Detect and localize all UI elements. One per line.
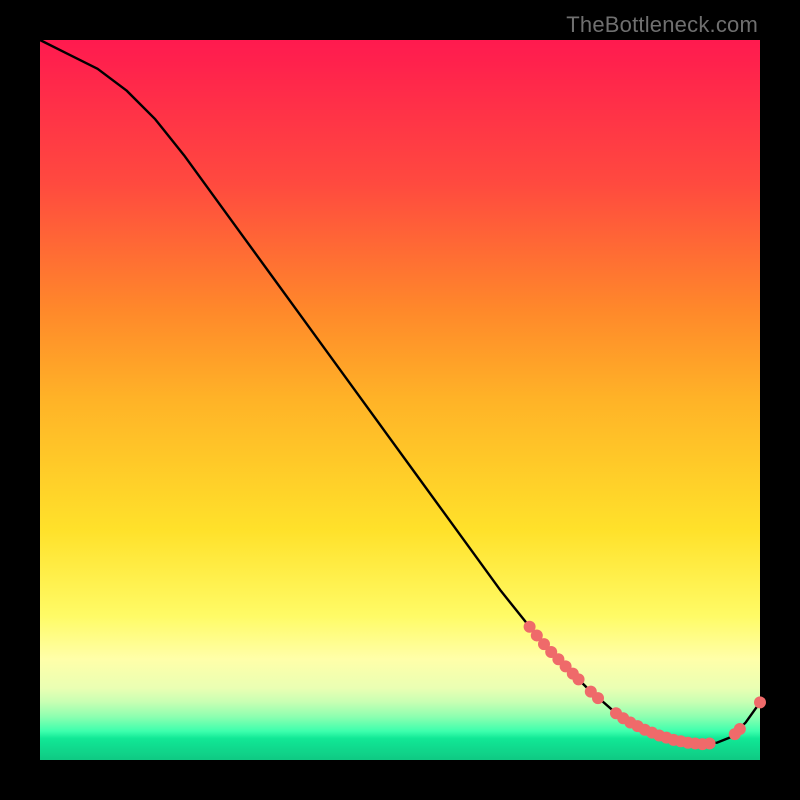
highlight-dot <box>734 723 746 735</box>
highlight-dot <box>754 696 766 708</box>
chart-svg <box>40 40 760 760</box>
watermark-text: TheBottleneck.com <box>566 12 758 38</box>
chart-frame: TheBottleneck.com <box>0 0 800 800</box>
plot-area <box>40 40 760 760</box>
bottleneck-curve <box>40 40 760 744</box>
highlight-dots-group <box>524 621 766 750</box>
highlight-dot <box>704 737 716 749</box>
highlight-dot <box>573 673 585 685</box>
highlight-dot <box>592 692 604 704</box>
